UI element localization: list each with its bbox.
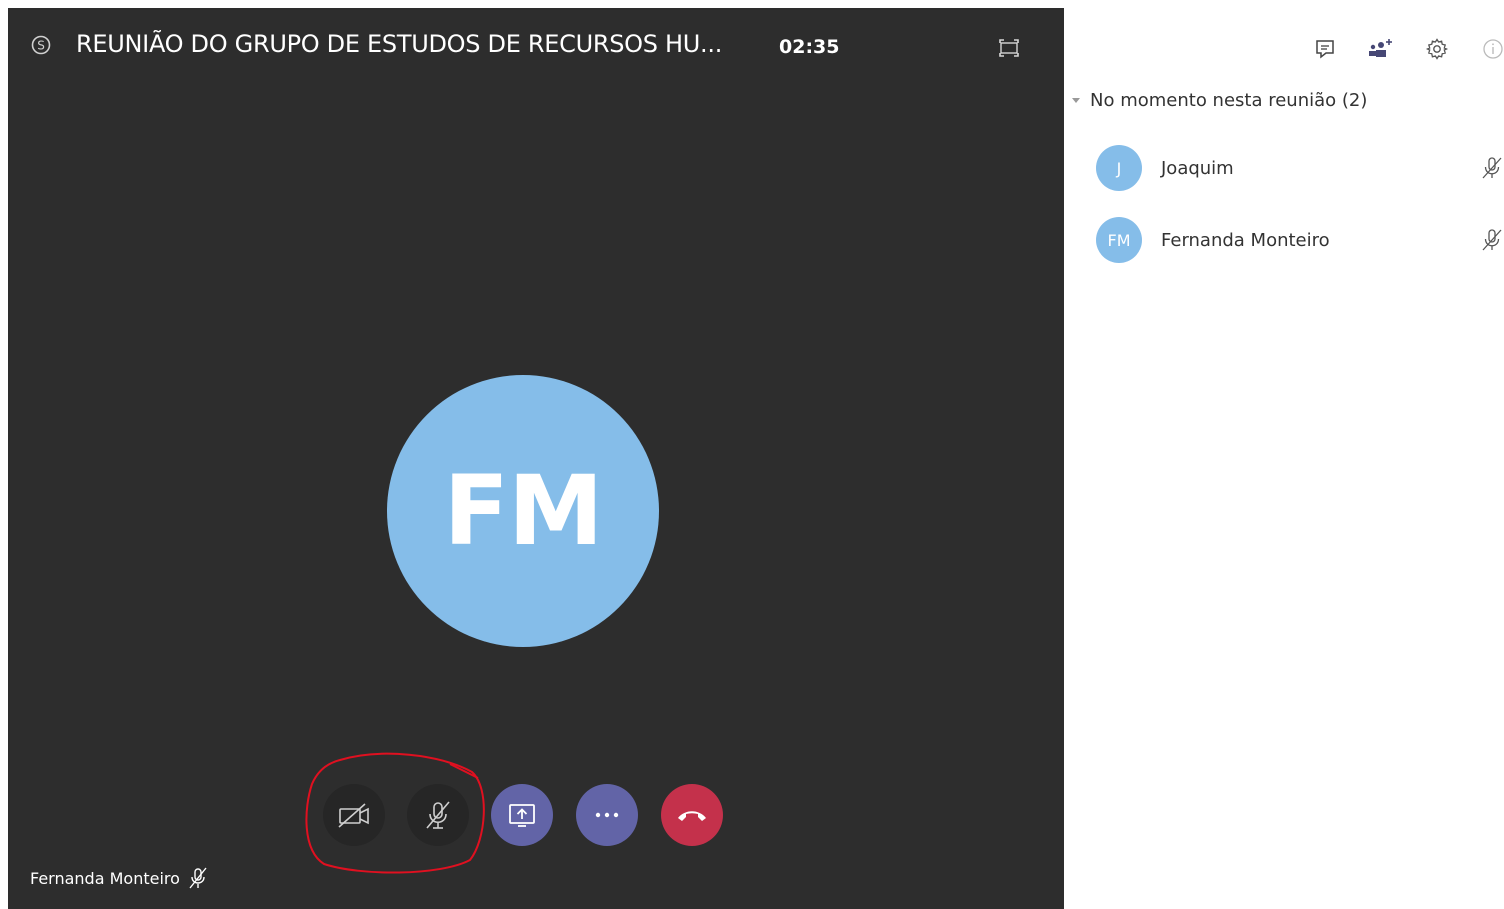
- skype-logo-icon: S: [31, 35, 51, 55]
- microphone-off-icon: [189, 867, 207, 889]
- share-screen-button[interactable]: [491, 784, 553, 846]
- participant-name: Fernanda Monteiro: [1161, 229, 1330, 251]
- chat-icon: [1316, 40, 1334, 59]
- avatar: J: [1096, 145, 1142, 191]
- microphone-off-icon: [1482, 229, 1502, 251]
- fullscreen-icon[interactable]: [995, 34, 1023, 62]
- self-name-label: Fernanda Monteiro: [30, 868, 180, 888]
- call-header: S REUNIÃO DO GRUPO DE ESTUDOS DE RECURSO…: [8, 8, 1064, 88]
- svg-text:S: S: [37, 39, 45, 53]
- participant-row[interactable]: FM Fernanda Monteiro: [1096, 216, 1504, 264]
- mic-toggle-button[interactable]: [407, 784, 469, 846]
- participants-panel: No momento nesta reunião (2) J Joaquim F…: [1064, 0, 1504, 909]
- collapse-caret-icon: [1072, 98, 1080, 103]
- hang-up-icon: [678, 811, 706, 821]
- call-timer: 02:35: [779, 36, 840, 58]
- chat-button[interactable]: [1310, 34, 1340, 64]
- camera-toggle-button[interactable]: [323, 784, 385, 846]
- participant-video-avatar: FM: [387, 375, 659, 647]
- avatar: FM: [1096, 217, 1142, 263]
- more-options-icon: [595, 812, 619, 818]
- settings-button[interactable]: [1422, 34, 1452, 64]
- more-options-button[interactable]: [576, 784, 638, 846]
- participant-row[interactable]: J Joaquim: [1096, 144, 1504, 192]
- share-screen-icon: [509, 804, 535, 827]
- self-name-tag: Fernanda Monteiro: [30, 867, 208, 889]
- gear-icon: [1425, 38, 1449, 60]
- microphone-off-icon: [426, 801, 450, 829]
- camera-off-icon: [338, 803, 369, 828]
- info-icon: [1483, 39, 1503, 59]
- participants-section-toggle[interactable]: No momento nesta reunião (2): [1072, 90, 1367, 111]
- meeting-title: REUNIÃO DO GRUPO DE ESTUDOS DE RECURSOS …: [76, 30, 723, 58]
- add-participants-icon: [1369, 39, 1392, 57]
- participants-section-label: No momento nesta reunião (2): [1090, 90, 1368, 111]
- hang-up-button[interactable]: [661, 784, 723, 846]
- info-button[interactable]: [1478, 34, 1504, 64]
- video-stage: S REUNIÃO DO GRUPO DE ESTUDOS DE RECURSO…: [8, 8, 1064, 909]
- microphone-off-icon: [1482, 157, 1502, 179]
- participant-name: Joaquim: [1161, 157, 1234, 179]
- add-participants-button[interactable]: [1365, 34, 1395, 64]
